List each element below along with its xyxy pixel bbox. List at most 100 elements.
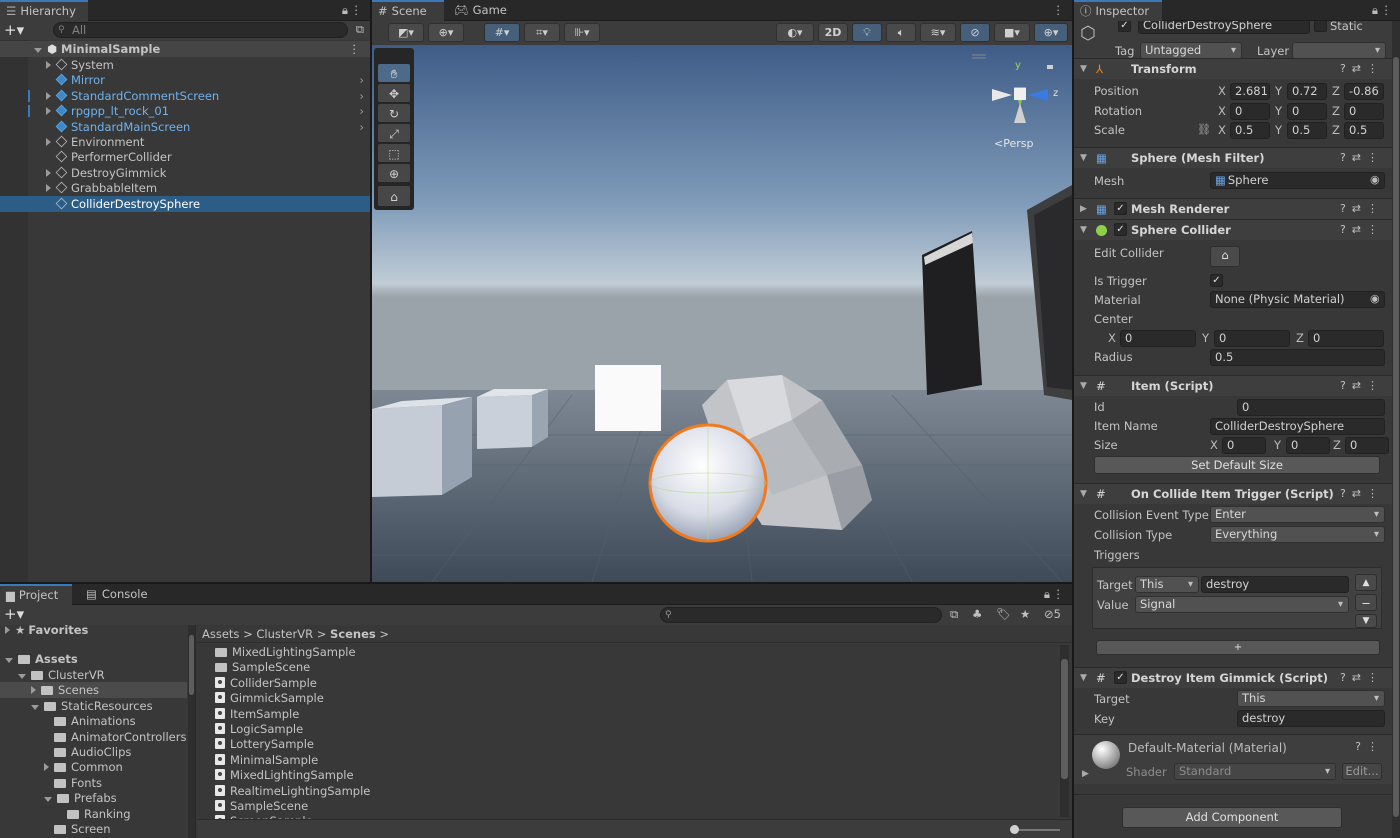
transform-header[interactable]: ▼ ⅄ Transform ?⇄⋮ — [1074, 58, 1392, 79]
project-tree-item[interactable]: Common — [0, 759, 187, 775]
file-item[interactable]: RealtimeLightingSample — [197, 783, 1058, 799]
project-tree-item[interactable]: Screen — [0, 821, 187, 837]
expand-arrow-icon[interactable] — [5, 626, 10, 634]
scene-menu-icon[interactable]: ⋮ — [349, 41, 361, 57]
scene-root-row[interactable]: ⬢ MinimalSample ⋮ — [0, 41, 370, 57]
object-name-field[interactable]: ColliderDestroySphere — [1138, 21, 1310, 34]
component-menu-icons[interactable]: ?⇄⋮ — [1340, 484, 1384, 504]
global-toggle-button[interactable]: ⊕▾ — [428, 23, 464, 42]
component-menu-icons[interactable]: ?⇄⋮ — [1340, 148, 1384, 168]
tab-inspector[interactable]: ⓘ Inspector — [1074, 0, 1162, 21]
size-x-field[interactable]: 0 — [1222, 437, 1266, 454]
project-tree-item[interactable]: AnimatorControllers — [0, 729, 187, 745]
scene-viewport[interactable]: ✋︎ ✥ ↻ ⤢ ⬚ ⊕ ⌂ — [372, 45, 1072, 582]
component-menu-icons[interactable]: ?⇄⋮ — [1340, 199, 1384, 219]
expand-arrow-icon[interactable] — [18, 674, 26, 679]
physic-material-field[interactable]: None (Physic Material) — [1210, 291, 1385, 308]
hierarchy-tab[interactable]: ☰ Hierarchy — [0, 0, 88, 21]
project-tree-item[interactable]: ClusterVR — [0, 667, 187, 683]
id-field[interactable]: 0 — [1237, 399, 1385, 416]
rotation-y-field[interactable]: 0 — [1287, 103, 1327, 120]
collapse-arrow-icon[interactable]: ▼ — [1080, 220, 1087, 240]
item-name-field[interactable]: ColliderDestroySphere — [1210, 418, 1385, 435]
expand-arrow-icon[interactable]: ▶ — [1080, 199, 1087, 219]
component-menu-icons[interactable]: ?⋮ — [1355, 740, 1384, 753]
more-icon[interactable]: ⋮ — [351, 3, 363, 17]
lighting-toggle-button[interactable]: 💡︎ — [852, 23, 882, 42]
remove-button[interactable]: − — [1355, 594, 1377, 611]
scale-x-field[interactable]: 0.5 — [1230, 122, 1270, 139]
collision-event-type-dropdown[interactable]: Enter — [1210, 506, 1385, 523]
draw-mode-button[interactable]: ◩▾ — [388, 23, 424, 42]
increment-snap-button[interactable]: ⊪▾ — [564, 23, 600, 42]
hierarchy-item[interactable]: System — [0, 57, 370, 73]
project-tree-item[interactable]: StaticResources — [0, 698, 187, 714]
assets-row[interactable]: Assets — [0, 651, 195, 667]
collapse-arrow-icon[interactable]: ▼ — [1080, 59, 1087, 79]
file-item[interactable]: SampleScene — [197, 659, 1058, 675]
collapse-arrow-icon[interactable]: ▼ — [1080, 376, 1087, 396]
hierarchy-item[interactable]: Mirror › — [0, 72, 370, 88]
sphere-collider-enabled-checkbox[interactable]: ✓ — [1114, 223, 1127, 236]
file-item[interactable]: MixedLightingSample — [197, 767, 1058, 783]
center-x-field[interactable]: 0 — [1120, 330, 1196, 347]
chevron-right-icon[interactable]: › — [359, 103, 364, 119]
breadcrumb-clustervr[interactable]: ClusterVR — [256, 627, 313, 641]
2d-toggle-button[interactable]: 2D — [818, 23, 848, 42]
constrain-scale-icon[interactable]: ⛓ — [1197, 123, 1211, 136]
chevron-right-icon[interactable]: › — [359, 72, 364, 88]
favorite-star-icon[interactable]: ★ — [1020, 607, 1030, 621]
expand-arrow-icon[interactable] — [46, 107, 51, 116]
camera-button[interactable]: ■▾ — [994, 23, 1030, 42]
project-search-input[interactable]: ⚲ — [660, 607, 942, 623]
hierarchy-item[interactable]: DestroyGimmick — [0, 165, 370, 181]
grid-toggle-button[interactable]: #▾ — [484, 23, 520, 42]
chevron-right-icon[interactable]: › — [359, 119, 364, 135]
more-icon[interactable]: ⋮ — [1381, 3, 1393, 17]
project-tree-item[interactable]: AudioClips — [0, 744, 187, 760]
add-icon[interactable]: +▾ — [4, 21, 24, 39]
lock-icon[interactable]: 🔒︎ — [342, 3, 348, 18]
scale-z-field[interactable]: 0.5 — [1344, 122, 1384, 139]
hierarchy-item[interactable]: Environment — [0, 134, 370, 150]
size-z-field[interactable]: 0 — [1345, 437, 1389, 454]
gimmick-script-header[interactable]: ▼ # ✓ Destroy Item Gimmick (Script) ?⇄⋮ — [1074, 667, 1392, 688]
project-tree-item[interactable]: Ranking — [0, 806, 187, 822]
is-trigger-checkbox[interactable]: ✓ — [1210, 274, 1223, 287]
gizmos-button[interactable]: ⊕▾ — [1034, 23, 1068, 42]
search-by-type-icon[interactable]: ⧉ — [950, 607, 958, 622]
tree-scrollbar[interactable] — [188, 625, 195, 838]
collapse-arrow-icon[interactable]: ▼ — [1080, 484, 1087, 504]
trigger-script-header[interactable]: ▼ # On Collide Item Trigger (Script) ?⇄⋮ — [1074, 483, 1392, 504]
breadcrumb-scenes[interactable]: Scenes — [330, 627, 376, 641]
filter-type-icon[interactable]: ♣ — [972, 607, 982, 621]
tag-dropdown[interactable]: Untagged — [1140, 42, 1242, 59]
search-options-icon[interactable]: ⧉ — [356, 22, 364, 37]
gimmick-target-dropdown[interactable]: This — [1237, 690, 1385, 707]
expand-arrow-icon[interactable] — [46, 61, 51, 69]
collapse-arrow-icon[interactable]: ▼ — [1080, 668, 1087, 688]
size-y-field[interactable]: 0 — [1286, 437, 1330, 454]
mesh-field[interactable]: ▦ Sphere — [1210, 172, 1385, 189]
file-item[interactable]: MinimalSample — [197, 752, 1058, 768]
move-up-button[interactable]: ▲ — [1355, 574, 1377, 591]
expand-arrow-icon[interactable] — [5, 658, 13, 663]
component-menu-icons[interactable]: ?⇄⋮ — [1340, 59, 1384, 79]
expand-arrow-icon[interactable] — [31, 704, 39, 710]
tab-scene[interactable]: # Scene — [372, 0, 444, 21]
collider-sphere[interactable] — [648, 423, 768, 543]
mesh-renderer-enabled-checkbox[interactable]: ✓ — [1114, 202, 1127, 215]
file-item[interactable]: SampleScene — [197, 798, 1058, 814]
radius-field[interactable]: 0.5 — [1210, 349, 1385, 366]
rotation-z-field[interactable]: 0 — [1344, 103, 1384, 120]
snap-button[interactable]: ⌗▾ — [524, 23, 560, 42]
shading-mode-button[interactable]: ◐▾ — [776, 23, 814, 42]
component-menu-icons[interactable]: ?⇄⋮ — [1340, 376, 1384, 396]
more-icon[interactable]: ⋮ — [1053, 3, 1065, 17]
component-menu-icons[interactable]: ?⇄⋮ — [1340, 220, 1384, 240]
expand-arrow-icon[interactable] — [46, 168, 51, 177]
hidden-objects-button[interactable]: ⊘ — [960, 23, 990, 42]
center-y-field[interactable]: 0 — [1214, 330, 1290, 347]
tab-game[interactable]: 🎮︎ Game — [448, 0, 515, 21]
item-script-header[interactable]: ▼ # Item (Script) ?⇄⋮ — [1074, 375, 1392, 396]
